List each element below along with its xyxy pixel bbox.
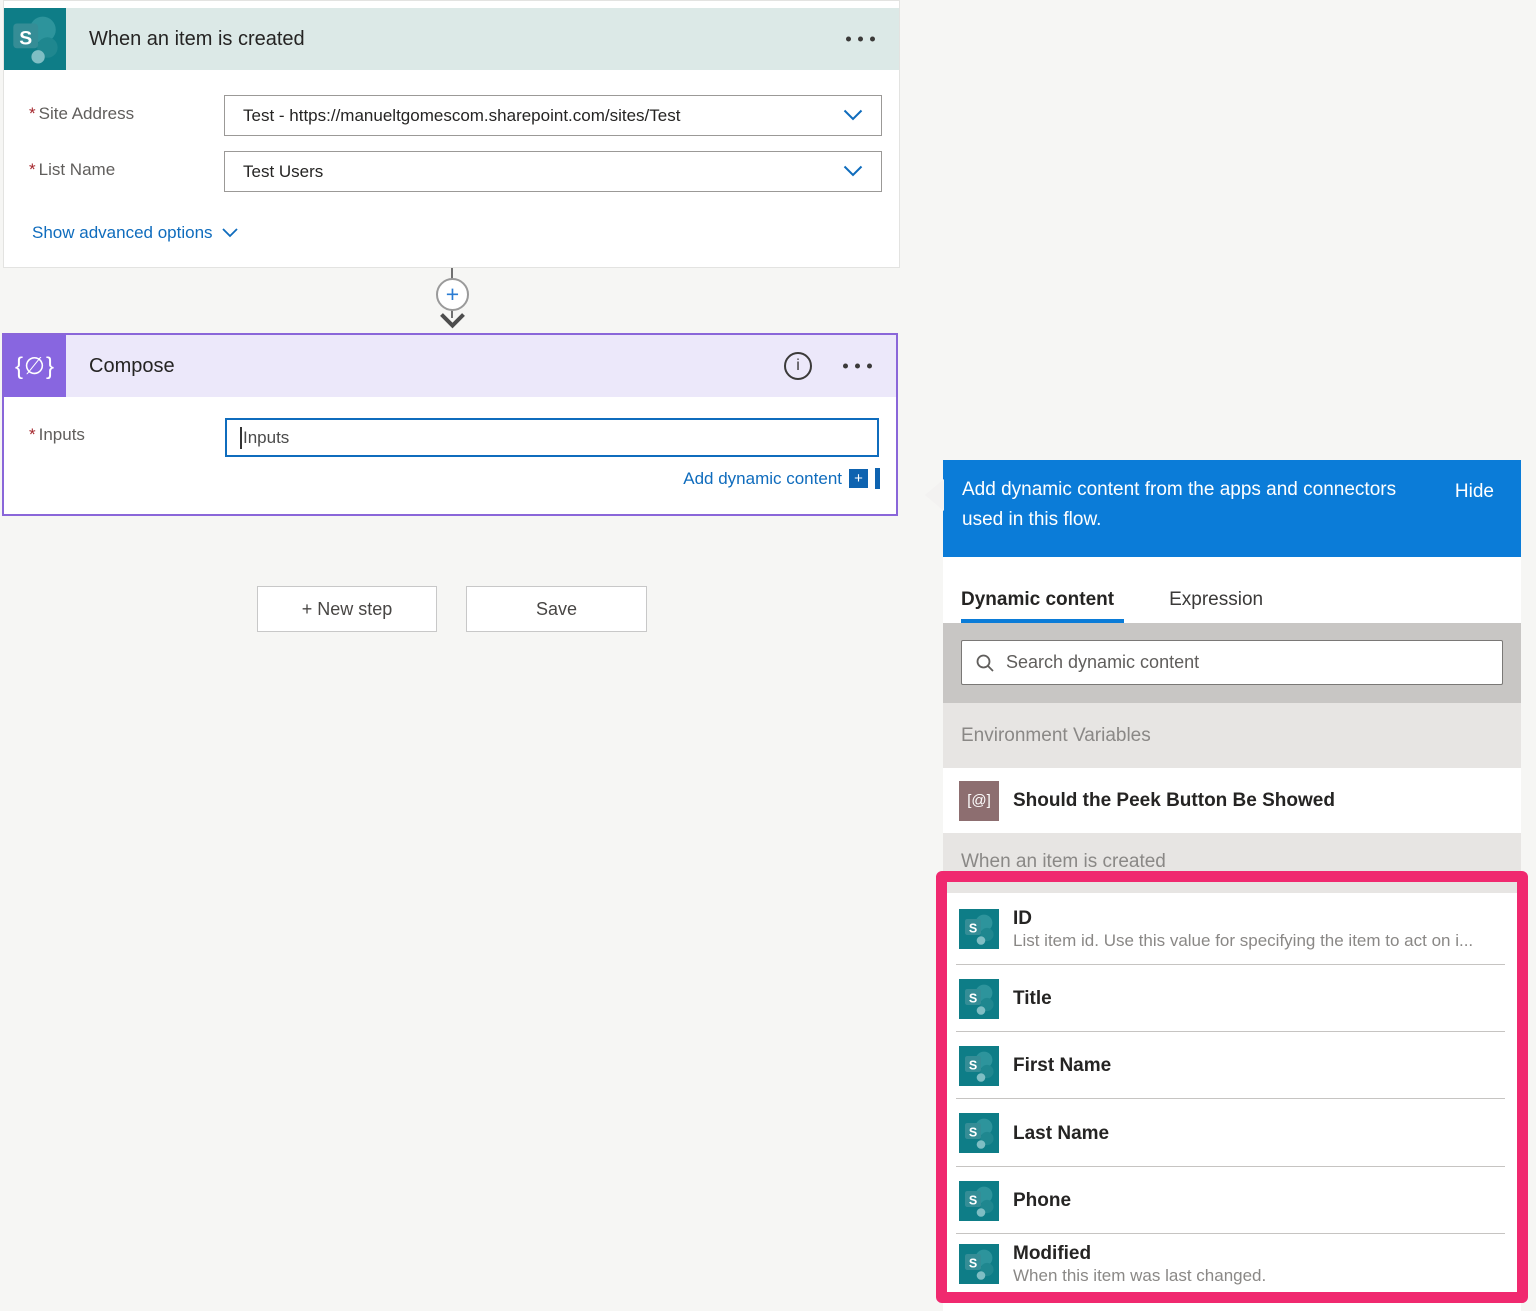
list-name-value: Test Users xyxy=(243,162,323,182)
dynamic-item-modified[interactable]: Modified When this item was last changed… xyxy=(943,1234,1521,1294)
required-marker: * xyxy=(29,160,36,179)
site-address-label: *Site Address xyxy=(29,104,134,124)
site-address-dropdown[interactable]: Test - https://manueltgomescom.sharepoin… xyxy=(224,95,882,136)
dynamic-item-last-name[interactable]: Last Name xyxy=(943,1099,1521,1167)
compose-card: {∅} Compose i *Inputs Inputs Add dynamic… xyxy=(2,333,898,516)
show-advanced-options-link[interactable]: Show advanced options xyxy=(32,223,238,243)
more-menu-icon[interactable] xyxy=(846,37,875,42)
hide-button[interactable]: Hide xyxy=(1455,481,1494,503)
panel-footer-space xyxy=(943,1302,1521,1311)
tab-dynamic-content[interactable]: Dynamic content xyxy=(961,589,1124,623)
callout-pointer xyxy=(925,479,944,511)
save-button[interactable]: Save xyxy=(466,586,647,632)
trigger-card-header[interactable]: When an item is created xyxy=(4,8,899,70)
site-address-value: Test - https://manueltgomescom.sharepoin… xyxy=(243,106,680,126)
dynamic-item-phone[interactable]: Phone xyxy=(943,1167,1521,1234)
search-box[interactable] xyxy=(961,640,1503,685)
section-when-item-created: When an item is created xyxy=(943,833,1521,893)
dynamic-item-title[interactable]: Title xyxy=(943,965,1521,1032)
sharepoint-icon xyxy=(4,8,66,70)
search-input[interactable] xyxy=(1006,652,1489,673)
dynamic-item-id[interactable]: ID List item id. Use this value for spec… xyxy=(943,893,1521,965)
compose-card-header[interactable]: {∅} Compose i xyxy=(4,335,896,397)
list-name-label: *List Name xyxy=(29,160,115,180)
required-marker: * xyxy=(29,104,36,123)
inputs-label: *Inputs xyxy=(29,425,85,445)
arrow-down-icon xyxy=(439,312,466,335)
list-name-dropdown[interactable]: Test Users xyxy=(224,151,882,192)
more-menu-icon[interactable] xyxy=(843,364,872,369)
compose-icon: {∅} xyxy=(4,335,66,397)
info-icon[interactable]: i xyxy=(784,352,812,380)
new-step-button[interactable]: + New step xyxy=(257,586,437,632)
sharepoint-icon xyxy=(959,1181,999,1221)
trigger-card: When an item is created *Site Address Te… xyxy=(3,0,900,268)
panel-tabs: Dynamic content Expression xyxy=(943,557,1521,623)
env-variable-item[interactable]: [@] Should the Peek Button Be Showed xyxy=(943,768,1521,833)
insert-step-button[interactable]: + xyxy=(436,278,469,311)
chevron-down-icon xyxy=(843,162,863,182)
section-environment-variables: Environment Variables xyxy=(943,703,1521,768)
sharepoint-icon xyxy=(959,979,999,1019)
compose-title: Compose xyxy=(89,355,175,378)
dynamic-item-first-name[interactable]: First Name xyxy=(943,1032,1521,1099)
inputs-placeholder: Inputs xyxy=(243,428,289,448)
trigger-title: When an item is created xyxy=(89,28,305,51)
environment-variable-icon: [@] xyxy=(959,781,999,821)
sharepoint-icon xyxy=(959,909,999,949)
search-section xyxy=(943,623,1521,703)
sharepoint-icon xyxy=(959,1046,999,1086)
add-dynamic-content-button[interactable]: Add dynamic content + xyxy=(683,468,880,489)
required-marker: * xyxy=(29,425,36,444)
tab-expression[interactable]: Expression xyxy=(1169,589,1263,623)
cursor-bar-icon xyxy=(875,468,880,489)
sharepoint-icon xyxy=(959,1244,999,1284)
sharepoint-icon xyxy=(959,1113,999,1153)
plus-icon: + xyxy=(849,469,868,488)
text-caret xyxy=(240,427,242,449)
chevron-down-icon xyxy=(843,106,863,126)
panel-header: Add dynamic content from the apps and co… xyxy=(943,460,1521,557)
chevron-down-icon xyxy=(222,228,238,238)
plus-icon: + xyxy=(446,281,459,308)
dynamic-content-panel: Add dynamic content from the apps and co… xyxy=(943,460,1521,1311)
scrollbar[interactable] xyxy=(943,1294,1521,1302)
env-item-title: Should the Peek Button Be Showed xyxy=(1013,789,1335,812)
inputs-field[interactable]: Inputs xyxy=(225,418,879,457)
search-icon xyxy=(975,653,995,673)
panel-header-text: Add dynamic content from the apps and co… xyxy=(962,475,1424,535)
